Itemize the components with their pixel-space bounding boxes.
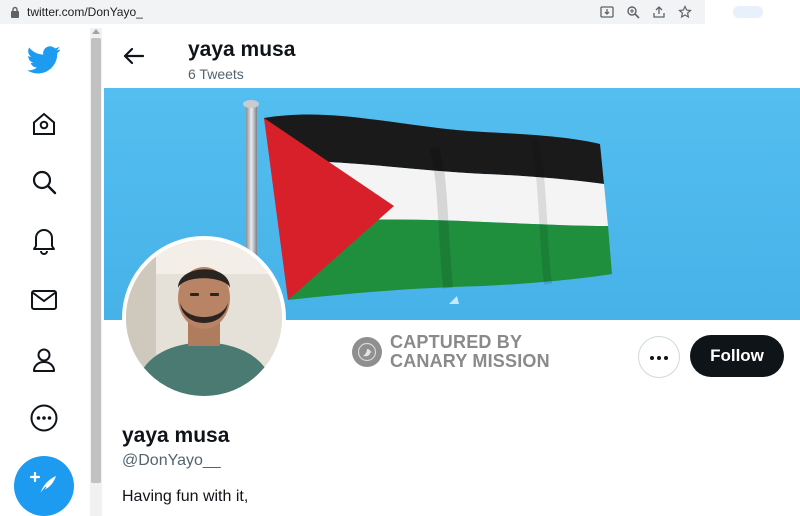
back-button[interactable] — [120, 45, 146, 71]
more-dots-icon — [649, 348, 669, 366]
scroll-up-arrow-icon[interactable] — [92, 29, 100, 34]
url-text[interactable]: twitter.com/DonYayo_ — [27, 5, 143, 19]
profile-handle: @DonYayo__ — [122, 452, 221, 469]
messages-mail-icon[interactable] — [24, 280, 64, 320]
profile-more-button[interactable] — [638, 336, 680, 378]
notifications-bell-icon[interactable] — [24, 220, 64, 260]
watermark-line-2: CANARY MISSION — [390, 351, 550, 371]
compose-tweet-button[interactable] — [14, 456, 74, 516]
address-bar-tools — [599, 4, 693, 20]
home-icon[interactable] — [24, 104, 64, 144]
page-scrollbar[interactable] — [90, 28, 102, 516]
twitter-logo-icon[interactable] — [24, 40, 64, 80]
canary-mission-watermark: CAPTURED BY CANARY MISSION — [352, 333, 550, 371]
scrollbar-thumb[interactable] — [91, 38, 101, 483]
canary-bird-logo-icon — [352, 337, 382, 367]
search-icon[interactable] — [24, 162, 64, 202]
browser-corner — [705, 0, 800, 24]
more-options-icon[interactable] — [24, 398, 64, 438]
header-tweet-count: 6 Tweets — [188, 66, 244, 82]
avatar-photo-illustration — [126, 240, 282, 396]
address-bar[interactable]: twitter.com/DonYayo_ — [0, 0, 705, 24]
install-icon[interactable] — [599, 4, 615, 20]
profile-icon[interactable] — [24, 340, 64, 380]
feather-plus-icon — [29, 469, 59, 504]
back-arrow-icon — [122, 47, 145, 70]
lock-icon — [9, 6, 21, 18]
zoom-icon[interactable] — [625, 4, 641, 20]
page: twitter.com/DonYayo_ yaya musa 6 Tweets … — [0, 0, 800, 516]
extension-placeholder — [733, 6, 763, 18]
profile-display-name: yaya musa — [122, 424, 230, 447]
bookmark-star-icon[interactable] — [677, 4, 693, 20]
header-profile-name: yaya musa — [188, 38, 296, 61]
profile-bio: Having fun with it, — [122, 488, 249, 505]
watermark-text: CAPTURED BY CANARY MISSION — [390, 333, 550, 371]
profile-avatar[interactable] — [122, 236, 286, 400]
follow-button[interactable]: Follow — [690, 335, 784, 377]
watermark-line-1: CAPTURED BY — [390, 332, 523, 352]
share-icon[interactable] — [651, 4, 667, 20]
